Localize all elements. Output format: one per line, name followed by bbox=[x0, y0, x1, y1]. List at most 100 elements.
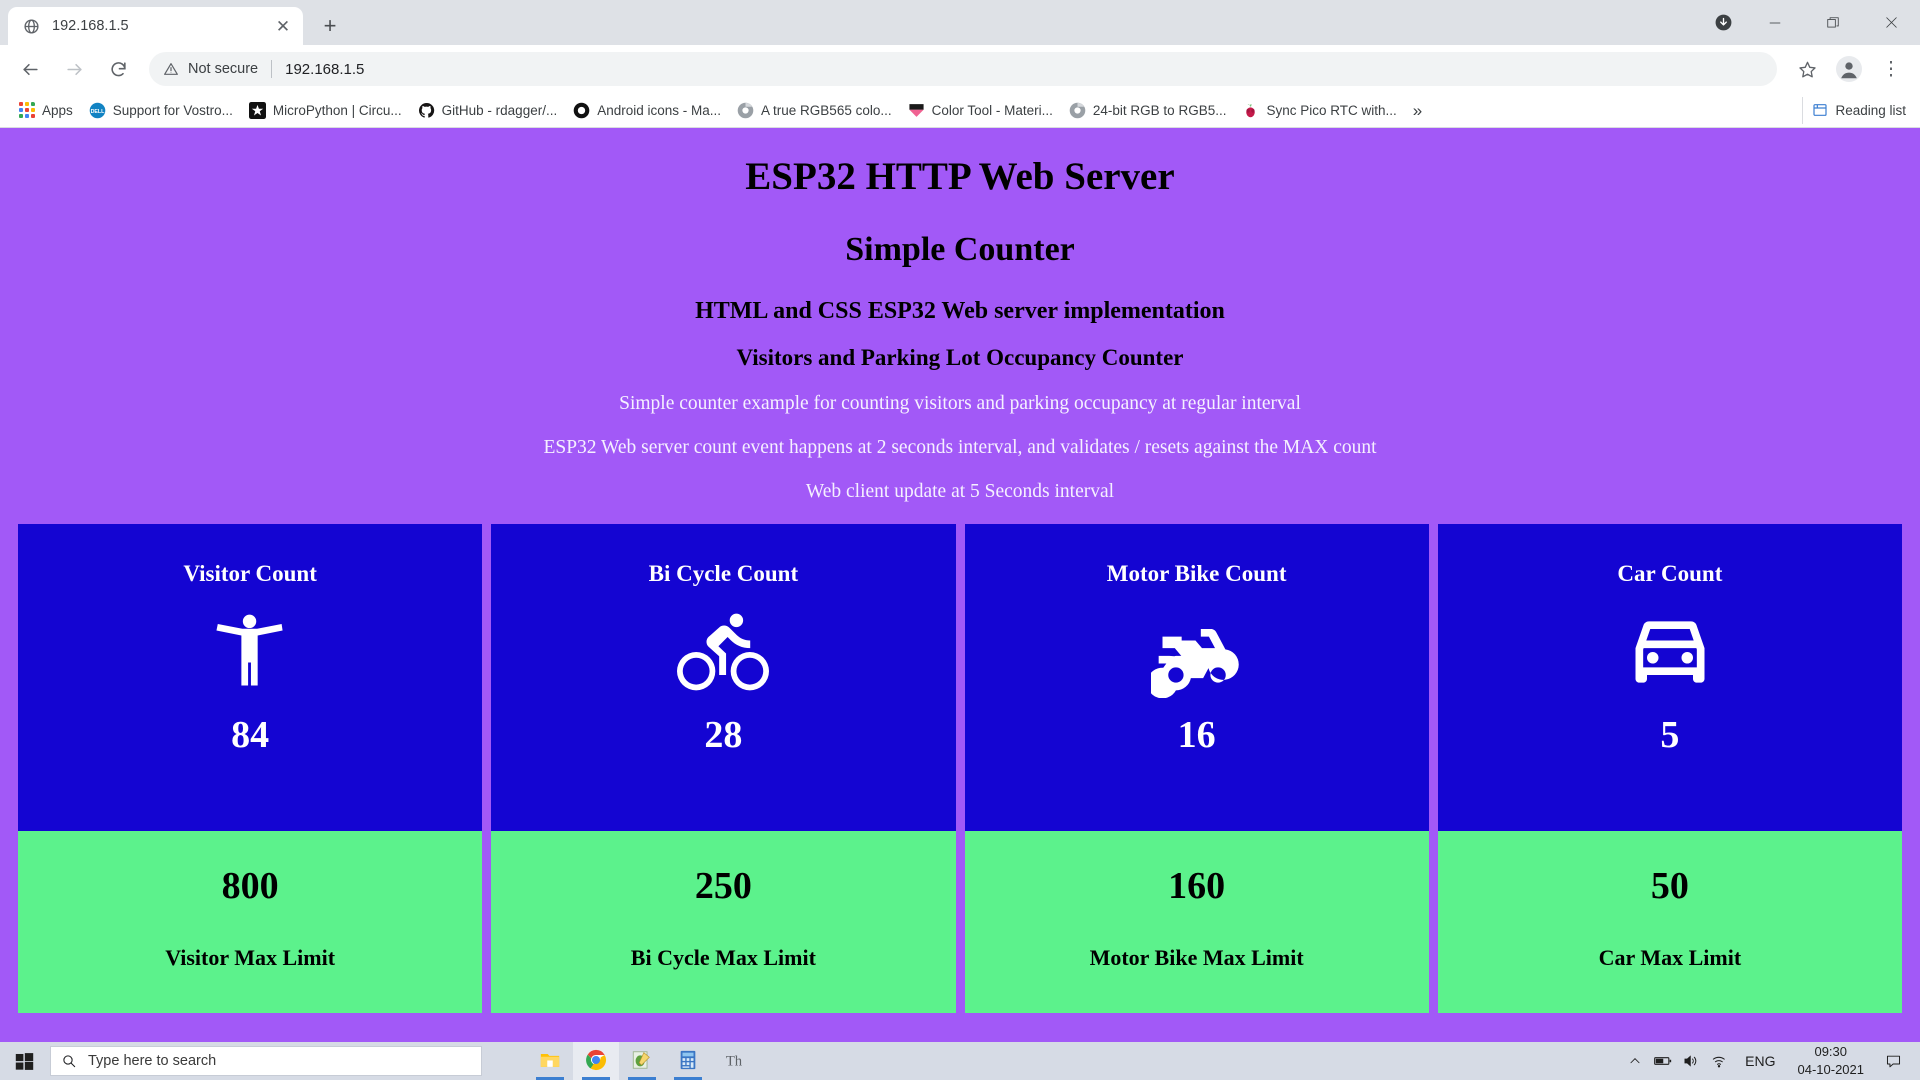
close-window-button[interactable] bbox=[1862, 0, 1920, 45]
directions-car-icon bbox=[1624, 606, 1716, 698]
volume-icon[interactable] bbox=[1677, 1042, 1705, 1080]
apps-grid-icon bbox=[18, 102, 35, 119]
url-text[interactable]: 192.168.1.5 bbox=[285, 61, 1763, 78]
color-tool-icon bbox=[908, 102, 925, 119]
card-count-value: 5 bbox=[1660, 714, 1680, 756]
bookmark-item[interactable]: MicroPython | Circu... bbox=[241, 97, 410, 124]
reading-list-button[interactable]: Reading list bbox=[1802, 96, 1914, 124]
counter-card-bottom: 800 Visitor Max Limit bbox=[18, 831, 483, 1013]
reload-button[interactable] bbox=[99, 50, 137, 88]
profile-icon[interactable] bbox=[1830, 50, 1868, 88]
chrome-menu-icon[interactable]: ⋮ bbox=[1872, 50, 1910, 88]
bookmark-star-icon[interactable] bbox=[1788, 50, 1826, 88]
counter-card-bottom: 250 Bi Cycle Max Limit bbox=[491, 831, 956, 1013]
bookmark-label: MicroPython | Circu... bbox=[272, 102, 402, 118]
clock-date: 04-10-2021 bbox=[1797, 1062, 1865, 1077]
language-indicator[interactable]: ENG bbox=[1733, 1053, 1787, 1069]
download-icon[interactable] bbox=[1700, 0, 1746, 45]
page-title: ESP32 HTTP Web Server bbox=[745, 155, 1175, 198]
chrome-doc-icon bbox=[737, 102, 754, 119]
bookmark-label: Android icons - Ma... bbox=[597, 102, 722, 118]
bookmark-item[interactable]: 24-bit RGB to RGB5... bbox=[1061, 97, 1235, 124]
page-paragraph-2: ESP32 Web server count event happens at … bbox=[543, 437, 1377, 458]
bookmark-item[interactable]: A true RGB565 colo... bbox=[729, 97, 900, 124]
bookmark-item[interactable]: GitHub - rdagger/... bbox=[410, 97, 566, 124]
page-subtitle: Simple Counter bbox=[845, 231, 1075, 268]
counter-card-top: Bi Cycle Count 28 bbox=[491, 524, 956, 831]
counter-card-motorbike: Motor Bike Count 16 160 Motor Bike Max L… bbox=[964, 524, 1429, 1013]
bookmark-item[interactable]: Color Tool - Materi... bbox=[900, 97, 1061, 124]
globe-icon bbox=[22, 17, 40, 35]
security-status-label: Not secure bbox=[188, 61, 259, 77]
address-bar[interactable]: Not secure 192.168.1.5 bbox=[149, 52, 1777, 86]
bookmark-item[interactable]: DELL Support for Vostro... bbox=[81, 97, 241, 124]
micropython-icon bbox=[248, 101, 266, 119]
card-title: Motor Bike Count bbox=[1106, 561, 1287, 586]
maximize-button[interactable] bbox=[1804, 0, 1862, 45]
bookmark-item[interactable]: Android icons - Ma... bbox=[565, 97, 729, 124]
pedal-bike-icon bbox=[677, 606, 770, 698]
browser-tab[interactable]: 192.168.1.5 ✕ bbox=[8, 7, 303, 45]
card-count-value: 28 bbox=[704, 714, 743, 756]
windows-logo-icon[interactable] bbox=[0, 1042, 48, 1080]
page-heading-occupancy: Visitors and Parking Lot Occupancy Count… bbox=[736, 345, 1184, 370]
card-max-label: Visitor Max Limit bbox=[165, 945, 336, 970]
clock-time: 09:30 bbox=[1814, 1044, 1848, 1060]
browser-toolbar: Not secure 192.168.1.5 ⋮ bbox=[0, 45, 1920, 93]
wifi-icon[interactable] bbox=[1705, 1042, 1733, 1080]
svg-text:Th: Th bbox=[726, 1054, 743, 1070]
card-max-label: Car Max Limit bbox=[1598, 945, 1742, 970]
browser-window: 192.168.1.5 ✕ + Not secure 192.168.1.5 ⋮… bbox=[0, 0, 1920, 1042]
show-hidden-icons-icon[interactable] bbox=[1621, 1042, 1649, 1080]
file-explorer-icon[interactable] bbox=[527, 1042, 573, 1080]
counter-card-top: Visitor Count 84 bbox=[18, 524, 483, 831]
raspberry-pi-icon bbox=[1242, 102, 1259, 119]
counter-card-top: Car Count 5 bbox=[1437, 524, 1902, 831]
bookmark-label: Color Tool - Materi... bbox=[931, 102, 1053, 118]
notification-icon[interactable] bbox=[1874, 1042, 1912, 1080]
page-heading-implementation: HTML and CSS ESP32 Web server implementa… bbox=[695, 298, 1225, 324]
font-viewer-icon[interactable]: Th bbox=[711, 1042, 757, 1080]
card-max-label: Motor Bike Max Limit bbox=[1089, 945, 1304, 970]
battery-icon[interactable] bbox=[1649, 1042, 1677, 1080]
card-max-value: 250 bbox=[694, 865, 752, 907]
omnibox-divider bbox=[271, 60, 273, 78]
bookmark-label: Support for Vostro... bbox=[112, 102, 233, 118]
system-tray: ENG 09:30 04-10-2021 bbox=[1621, 1042, 1920, 1080]
accessibility-icon bbox=[204, 606, 296, 698]
card-count-value: 84 bbox=[231, 714, 270, 756]
counter-cards-row: Visitor Count 84 800 Visitor Max Limit B… bbox=[0, 503, 1920, 1013]
taskbar-running-apps: Th bbox=[527, 1042, 757, 1080]
search-placeholder-text: Type here to search bbox=[88, 1053, 217, 1069]
bookmarks-bar: Apps DELL Support for Vostro... MicroPyt… bbox=[0, 93, 1920, 128]
calculator-icon[interactable] bbox=[665, 1042, 711, 1080]
counter-card-top: Motor Bike Count 16 bbox=[964, 524, 1429, 831]
forward-button[interactable] bbox=[55, 50, 93, 88]
new-tab-button[interactable]: + bbox=[313, 9, 347, 43]
search-icon bbox=[61, 1053, 77, 1069]
bookmark-apps[interactable]: Apps bbox=[10, 97, 81, 124]
dell-icon: DELL bbox=[89, 102, 106, 119]
bookmark-item[interactable]: Sync Pico RTC with... bbox=[1234, 97, 1404, 124]
chrome-doc-icon bbox=[1069, 102, 1086, 119]
google-chrome-icon[interactable] bbox=[573, 1042, 619, 1080]
counter-card-visitor: Visitor Count 84 800 Visitor Max Limit bbox=[18, 524, 483, 1013]
counter-card-bottom: 160 Motor Bike Max Limit bbox=[964, 831, 1429, 1013]
two-wheeler-icon bbox=[1150, 606, 1243, 698]
bookmark-label: Apps bbox=[42, 102, 73, 118]
back-button[interactable] bbox=[11, 50, 49, 88]
close-icon[interactable]: ✕ bbox=[273, 16, 293, 36]
taskbar-search-input[interactable]: Type here to search bbox=[50, 1046, 482, 1076]
tab-title: 192.168.1.5 bbox=[52, 18, 129, 34]
bookmarks-overflow-button[interactable]: » bbox=[1405, 102, 1430, 119]
svg-text:DELL: DELL bbox=[90, 108, 105, 114]
card-title: Bi Cycle Count bbox=[648, 561, 799, 586]
page-paragraph-3: Web client update at 5 Seconds interval bbox=[805, 481, 1115, 502]
clock[interactable]: 09:30 04-10-2021 bbox=[1788, 1043, 1875, 1078]
thonny-icon[interactable] bbox=[619, 1042, 665, 1080]
counter-card-car: Car Count 5 50 Car Max Limit bbox=[1437, 524, 1902, 1013]
counter-card-bottom: 50 Car Max Limit bbox=[1437, 831, 1902, 1013]
minimize-button[interactable] bbox=[1746, 0, 1804, 45]
card-title: Visitor Count bbox=[183, 561, 317, 586]
card-title: Car Count bbox=[1617, 561, 1723, 586]
